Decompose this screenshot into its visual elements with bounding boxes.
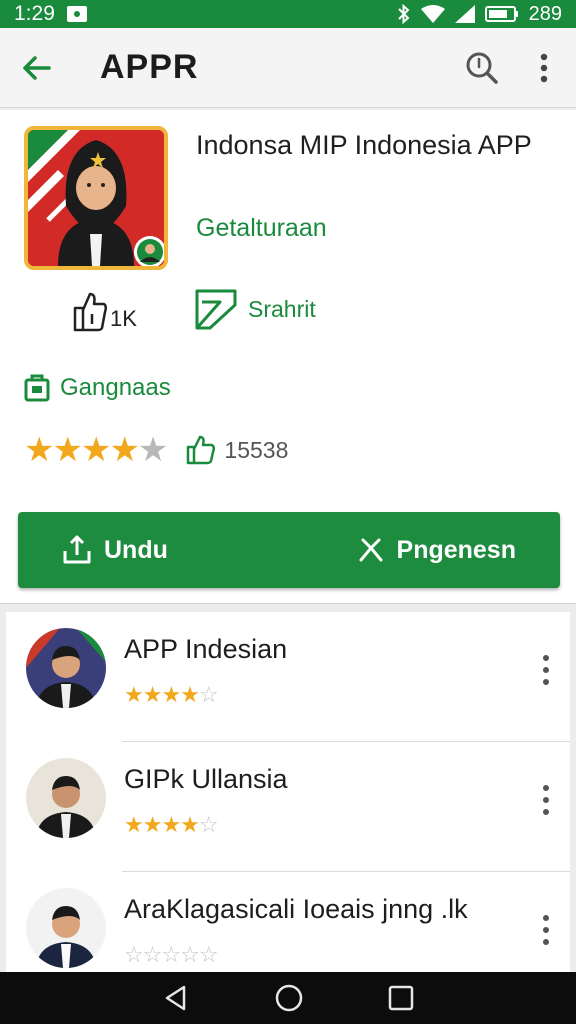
status-bar: 1:29 289 (0, 0, 576, 28)
list-item-title: GIPk Ullansia (124, 764, 288, 794)
avatar (26, 758, 106, 838)
thumbs-up-outline-icon (73, 292, 108, 332)
system-nav-bar (0, 972, 576, 1024)
list-item-stars: ★★★★☆ (124, 682, 219, 707)
nav-recents-icon[interactable] (388, 985, 414, 1011)
share-stat[interactable]: Srahrit (194, 288, 316, 330)
list-item-menu-button[interactable] (536, 780, 556, 820)
install-button[interactable]: Undu (62, 535, 168, 565)
category-icon (24, 374, 50, 402)
battery-icon (484, 6, 518, 22)
status-time: 1:29 (14, 2, 55, 25)
notification-icon (66, 6, 87, 22)
downloads-stat: 1K (72, 290, 137, 332)
rating-count: 15538 (224, 436, 289, 463)
developer-link[interactable]: Getalturaan (196, 214, 327, 243)
rating-stars: ★★★★★ (24, 431, 168, 469)
back-button[interactable] (18, 50, 54, 86)
list-item[interactable]: GIPk Ullansia ★★★★☆ (6, 742, 570, 872)
avatar (26, 628, 106, 708)
download-icon (63, 535, 91, 564)
rating-row: ★★★★★ 15538 (24, 430, 288, 470)
signal-icon (454, 5, 475, 23)
list-item[interactable]: APP Indesian ★★★★☆ (6, 612, 570, 742)
downloads-count: 1K (110, 306, 137, 331)
nav-home-icon[interactable] (274, 983, 304, 1013)
thumbs-up-icon (187, 435, 216, 465)
list-item-stars: ★★★★☆ (124, 812, 219, 837)
back-arrow-icon (23, 55, 51, 80)
more-vert-icon (540, 53, 548, 82)
action-bar: Undu Pngenesn (18, 512, 560, 588)
wifi-icon (420, 5, 445, 23)
list-item-menu-button[interactable] (536, 650, 556, 690)
app-detail-card: Indonsa MIP Indonesia APP Getalturaan 1K… (0, 110, 576, 604)
list-item-stars: ☆☆☆☆☆ (124, 942, 219, 967)
bluetooth-icon (397, 4, 410, 24)
overflow-menu-button[interactable] (524, 48, 564, 88)
more-vert-icon (543, 655, 549, 685)
avatar-image (26, 628, 106, 708)
app-icon[interactable] (24, 126, 168, 270)
send-icon (195, 289, 237, 330)
battery-level: 289 (528, 2, 562, 25)
share-icon (359, 538, 383, 562)
category-label: Gangnaas (60, 374, 171, 401)
share-stat-label: Srahrit (248, 295, 316, 322)
list-item-menu-button[interactable] (536, 910, 556, 950)
share-button[interactable]: Pngenesn (357, 536, 516, 565)
list-item-title: APP Indesian (124, 634, 288, 664)
app-name: Indonsa MIP Indonesia APP (196, 130, 532, 160)
search-icon (466, 52, 498, 84)
nav-back-icon[interactable] (162, 984, 190, 1012)
category-tag[interactable]: Gangnaas (24, 374, 171, 402)
list-item-title: AraKlagasicali Ioeais jnng .lk (124, 894, 468, 924)
search-button[interactable] (462, 48, 502, 88)
share-label: Pngenesn (396, 535, 516, 564)
avatar-image (26, 888, 106, 968)
app-bar: APPR (0, 28, 576, 108)
status-icons: 289 (397, 3, 562, 26)
more-vert-icon (543, 915, 549, 945)
more-vert-icon (543, 785, 549, 815)
app-icon-artwork (28, 130, 164, 266)
page-title: APPR (100, 48, 199, 86)
avatar-image (26, 758, 106, 838)
install-label: Undu (104, 535, 168, 564)
avatar (26, 888, 106, 968)
related-apps-list: APP Indesian ★★★★☆ GIPk Ullansia ★★★★☆ A… (6, 612, 570, 972)
